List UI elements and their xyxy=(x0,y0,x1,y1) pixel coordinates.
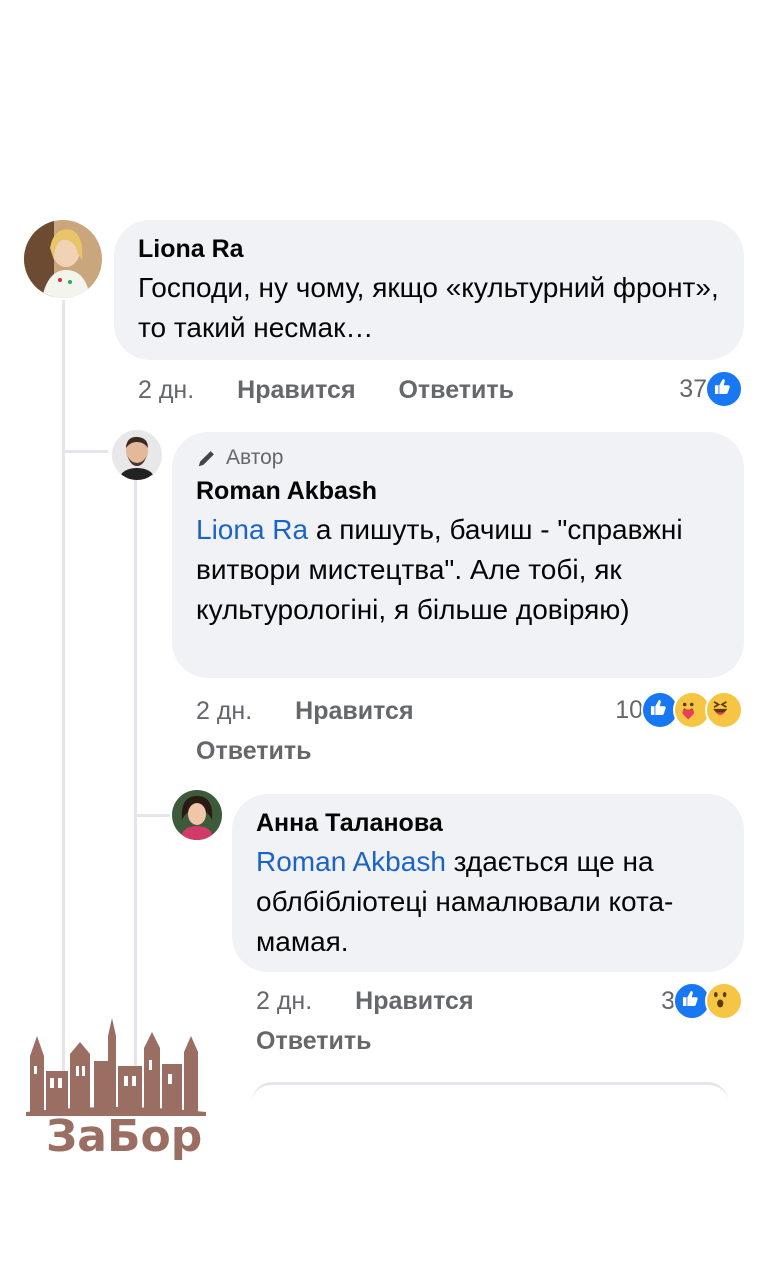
reaction-count: 37 xyxy=(679,374,707,403)
comment-author[interactable]: Roman Akbash xyxy=(196,476,720,506)
avatar-anna-talanova[interactable] xyxy=(172,790,222,840)
comment-bubble[interactable]: Liona Ra Господи, ну чому, якщо «культур… xyxy=(114,220,744,360)
comment-text: Господи, ну чому, якщо «культурний фронт… xyxy=(138,272,719,343)
comment-time[interactable]: 2 дн. xyxy=(256,987,312,1015)
thread-connector-1 xyxy=(62,450,108,453)
comment-text: Liona Ra а пишуть, бачиш - "справжні вит… xyxy=(196,510,720,630)
haha-icon xyxy=(705,691,743,729)
zabor-logo: ЗаБор xyxy=(26,1016,206,1166)
comment-author[interactable]: Анна Таланова xyxy=(256,808,720,838)
reply-button-row: Ответить xyxy=(196,736,312,766)
thread-line-reply xyxy=(134,480,137,1090)
comment-actions: 2 дн. Нравится xyxy=(256,986,556,1016)
reactions-summary[interactable]: 3 xyxy=(661,982,743,1020)
author-badge-label: Автор xyxy=(226,446,284,469)
next-comment-edge xyxy=(252,1082,728,1105)
comment-text: Roman Akbash здається ще на облбібліотец… xyxy=(256,842,720,962)
avatar-liona-ra[interactable] xyxy=(24,220,102,298)
thread-line-main xyxy=(62,300,65,1090)
comment-actions: 2 дн. Нравится Ответить xyxy=(138,375,514,405)
comment-bubble[interactable]: Анна Таланова Roman Akbash здається ще н… xyxy=(232,794,744,972)
comment-bubble[interactable]: Автор Roman Akbash Liona Ra а пишуть, ба… xyxy=(172,432,744,678)
comment-time[interactable]: 2 дн. xyxy=(196,697,252,725)
pencil-icon xyxy=(198,451,214,467)
comment-time[interactable]: 2 дн. xyxy=(138,376,194,404)
avatar-roman-akbash[interactable] xyxy=(112,430,162,480)
reactions-summary[interactable]: 37 xyxy=(679,370,743,408)
like-icon xyxy=(705,370,743,408)
city-skyline-icon xyxy=(26,1018,206,1116)
comment-actions: 2 дн. Нравится xyxy=(196,696,546,726)
reply-button[interactable]: Ответить xyxy=(398,376,514,404)
like-button[interactable]: Нравится xyxy=(355,987,473,1015)
like-button[interactable]: Нравится xyxy=(237,376,355,404)
reaction-count: 10 xyxy=(615,695,643,724)
reactions-summary[interactable]: 10 xyxy=(615,691,743,729)
like-button[interactable]: Нравится xyxy=(295,697,413,725)
logo-text: ЗаБор xyxy=(46,1111,203,1162)
reply-button[interactable]: Ответить xyxy=(196,737,312,765)
reply-button-row: Ответить xyxy=(256,1026,372,1056)
reply-button[interactable]: Ответить xyxy=(256,1027,372,1055)
comment-author[interactable]: Liona Ra xyxy=(138,234,720,264)
wow-icon xyxy=(705,982,743,1020)
author-badge: Автор xyxy=(196,446,720,470)
thread-connector-2 xyxy=(134,814,170,817)
mention-link[interactable]: Roman Akbash xyxy=(256,846,446,877)
mention-link[interactable]: Liona Ra xyxy=(196,514,308,545)
